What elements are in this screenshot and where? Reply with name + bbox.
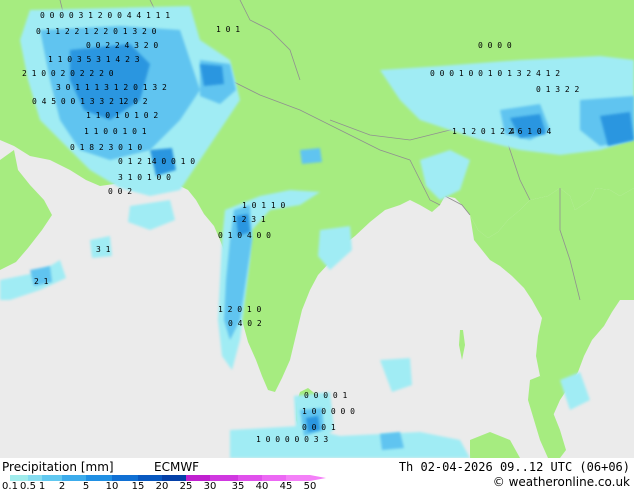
precip-label: 0 0 0 0 1 bbox=[304, 391, 348, 400]
precip-label: 2 1 bbox=[34, 277, 49, 286]
precip-label: 0 4 0 2 bbox=[228, 319, 262, 328]
precipitation-map: 0 0 0 0 3 1 2 0 0 4 4 1 1 1 0 1 1 2 2 1 … bbox=[0, 0, 634, 458]
precip-label: 0 1 3 2 2 bbox=[536, 85, 580, 94]
precip-label: 0 0 0 0 bbox=[478, 41, 512, 50]
precip-label: 1 0 0 0 0 0 3 3 bbox=[256, 435, 328, 444]
precip-label: 0 4 5 0 0 1 3 3 2 12 0 2 bbox=[32, 97, 148, 106]
precip-label: 0 1 0 4 0 0 bbox=[218, 231, 271, 240]
scale-tick-label: 0.5 bbox=[20, 481, 36, 492]
scale-tick-label: 20 bbox=[155, 481, 169, 492]
precip-label: 1 0 0 0 0 0 bbox=[302, 407, 355, 416]
scale-tick-label: 25 bbox=[179, 481, 193, 492]
precip-label: 1 2 3 1 bbox=[232, 215, 266, 224]
scale-tick-label: 30 bbox=[203, 481, 217, 492]
scale-tick-label: 45 bbox=[279, 481, 293, 492]
precip-label: 3 1 0 1 0 0 bbox=[118, 173, 171, 182]
scale-tick-label: 10 bbox=[105, 481, 119, 492]
precip-label: 0 0 2 2 4 3 2 0 bbox=[86, 41, 158, 50]
precip-label: 1 1 2 0 1 2 4 bbox=[452, 127, 515, 136]
scale-tick-label: 5 bbox=[82, 481, 90, 492]
precip-label: 1 0 1 bbox=[216, 25, 240, 34]
precip-label: 3 1 bbox=[96, 245, 111, 254]
scale-tick-label: 50 bbox=[303, 481, 317, 492]
scale-tick-label: 35 bbox=[231, 481, 245, 492]
precip-label: 1 0 1 1 0 bbox=[242, 201, 286, 210]
scale-tick-label: 15 bbox=[131, 481, 145, 492]
precip-label: 0 1 8 2 3 0 1 0 bbox=[70, 143, 142, 152]
precip-label: 1 2 0 1 0 bbox=[218, 305, 262, 314]
precip-label: 0 0 0 1 bbox=[302, 423, 336, 432]
precip-label: 0 1 2 14 0 0 1 0 bbox=[118, 157, 195, 166]
map-footer: Precipitation [mm] ECMWF Th 02-04-2026 0… bbox=[0, 458, 634, 492]
precip-label: 1 1 0 3 5 3 1 4 2 3 bbox=[48, 55, 140, 64]
precip-label: 0 0 0 1 0 0 1 0 1 3 2 4 1 2 bbox=[430, 69, 560, 78]
precip-label: 1 1 0 0 1 0 1 bbox=[84, 127, 147, 136]
scale-tick-label: 40 bbox=[255, 481, 269, 492]
precip-label: 2 6 1 0 4 bbox=[508, 127, 552, 136]
precip-label: 2 1 0 0 2 0 2 2 2 0 bbox=[22, 69, 114, 78]
precip-label: 0 0 2 bbox=[108, 187, 132, 196]
model-name: ECMWF bbox=[154, 460, 200, 474]
precip-label: 0 0 0 0 3 1 2 0 0 4 4 1 1 1 bbox=[40, 11, 170, 20]
map-canvas: 0 0 0 0 3 1 2 0 0 4 4 1 1 1 0 1 1 2 2 1 … bbox=[0, 0, 634, 458]
precip-label: 0 1 1 2 2 1 2 2 0 1 3 2 0 bbox=[36, 27, 157, 36]
precip-label: 3 0 1 1 1 3 1 2 0 1 3 2 bbox=[56, 83, 167, 92]
site-credit: © weatheronline.co.uk bbox=[492, 475, 630, 489]
scale-tick-label: 1 bbox=[38, 481, 46, 492]
valid-time: Th 02-04-2026 09..12 UTC (06+06) bbox=[398, 460, 630, 474]
scale-tick-label: 0.1 bbox=[2, 481, 18, 492]
scale-tick-label: 2 bbox=[58, 481, 66, 492]
precip-label: 1 1 0 1 0 1 0 2 bbox=[86, 111, 158, 120]
legend-title: Precipitation [mm] bbox=[2, 460, 114, 474]
